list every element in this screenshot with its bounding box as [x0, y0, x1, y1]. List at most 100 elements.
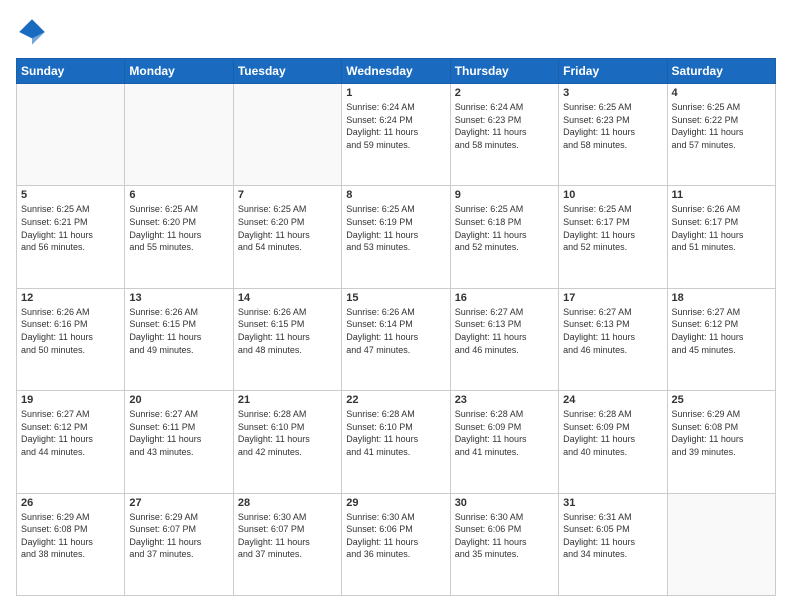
day-number: 5 — [21, 189, 120, 201]
day-number: 16 — [455, 292, 554, 304]
day-info: Sunrise: 6:27 AM Sunset: 6:13 PM Dayligh… — [455, 306, 554, 356]
day-number: 7 — [238, 189, 337, 201]
day-number: 31 — [563, 497, 662, 509]
day-info: Sunrise: 6:25 AM Sunset: 6:18 PM Dayligh… — [455, 203, 554, 253]
day-info: Sunrise: 6:27 AM Sunset: 6:12 PM Dayligh… — [21, 408, 120, 458]
logo-icon — [16, 16, 48, 48]
day-number: 6 — [129, 189, 228, 201]
day-header-friday: Friday — [559, 59, 667, 84]
day-info: Sunrise: 6:29 AM Sunset: 6:08 PM Dayligh… — [21, 511, 120, 561]
day-info: Sunrise: 6:28 AM Sunset: 6:10 PM Dayligh… — [346, 408, 445, 458]
day-number: 24 — [563, 394, 662, 406]
calendar-cell: 11 Sunrise: 6:26 AM Sunset: 6:17 PM Dayli… — [667, 186, 775, 288]
day-number: 17 — [563, 292, 662, 304]
calendar-cell: 30 Sunrise: 6:30 AM Sunset: 6:06 PM Dayli… — [450, 493, 558, 595]
calendar-cell: 31 Sunrise: 6:31 AM Sunset: 6:05 PM Dayli… — [559, 493, 667, 595]
day-header-thursday: Thursday — [450, 59, 558, 84]
day-number: 10 — [563, 189, 662, 201]
day-number: 22 — [346, 394, 445, 406]
page: SundayMondayTuesdayWednesdayThursdayFrid… — [0, 0, 792, 612]
day-number: 21 — [238, 394, 337, 406]
calendar: SundayMondayTuesdayWednesdayThursdayFrid… — [16, 58, 776, 596]
calendar-cell — [233, 84, 341, 186]
day-number: 18 — [672, 292, 771, 304]
calendar-week-1: 5 Sunrise: 6:25 AM Sunset: 6:21 PM Daylig… — [17, 186, 776, 288]
calendar-cell: 28Sunrise: 6:30 AM Sunset: 6:07 PM Dayli… — [233, 493, 341, 595]
day-number: 9 — [455, 189, 554, 201]
day-number: 12 — [21, 292, 120, 304]
calendar-cell: 12 Sunrise: 6:26 AM Sunset: 6:16 PM Dayli… — [17, 288, 125, 390]
day-number: 29 — [346, 497, 445, 509]
calendar-cell: 3 Sunrise: 6:25 AM Sunset: 6:23 PM Daylig… — [559, 84, 667, 186]
calendar-cell: 6 Sunrise: 6:25 AM Sunset: 6:20 PM Daylig… — [125, 186, 233, 288]
day-info: Sunrise: 6:27 AM Sunset: 6:11 PM Dayligh… — [129, 408, 228, 458]
calendar-cell: 23Sunrise: 6:28 AM Sunset: 6:09 PM Dayli… — [450, 391, 558, 493]
day-number: 3 — [563, 87, 662, 99]
calendar-week-4: 26 Sunrise: 6:29 AM Sunset: 6:08 PM Dayli… — [17, 493, 776, 595]
calendar-cell: 18Sunrise: 6:27 AM Sunset: 6:12 PM Dayli… — [667, 288, 775, 390]
day-header-monday: Monday — [125, 59, 233, 84]
calendar-week-3: 19 Sunrise: 6:27 AM Sunset: 6:12 PM Dayli… — [17, 391, 776, 493]
day-info: Sunrise: 6:25 AM Sunset: 6:20 PM Dayligh… — [238, 203, 337, 253]
day-number: 2 — [455, 87, 554, 99]
calendar-cell: 25 Sunrise: 6:29 AM Sunset: 6:08 PM Dayli… — [667, 391, 775, 493]
day-number: 19 — [21, 394, 120, 406]
calendar-cell: 15Sunrise: 6:26 AM Sunset: 6:14 PM Dayli… — [342, 288, 450, 390]
calendar-cell: 14Sunrise: 6:26 AM Sunset: 6:15 PM Dayli… — [233, 288, 341, 390]
day-number: 28 — [238, 497, 337, 509]
day-info: Sunrise: 6:24 AM Sunset: 6:23 PM Dayligh… — [455, 101, 554, 151]
day-number: 30 — [455, 497, 554, 509]
day-info: Sunrise: 6:25 AM Sunset: 6:23 PM Dayligh… — [563, 101, 662, 151]
day-header-saturday: Saturday — [667, 59, 775, 84]
day-number: 11 — [672, 189, 771, 201]
calendar-cell: 9 Sunrise: 6:25 AM Sunset: 6:18 PM Daylig… — [450, 186, 558, 288]
calendar-cell: 5 Sunrise: 6:25 AM Sunset: 6:21 PM Daylig… — [17, 186, 125, 288]
calendar-cell — [125, 84, 233, 186]
calendar-week-0: 1 Sunrise: 6:24 AM Sunset: 6:24 PM Daylig… — [17, 84, 776, 186]
day-info: Sunrise: 6:29 AM Sunset: 6:07 PM Dayligh… — [129, 511, 228, 561]
calendar-cell: 26 Sunrise: 6:29 AM Sunset: 6:08 PM Dayli… — [17, 493, 125, 595]
calendar-cell — [17, 84, 125, 186]
calendar-cell: 7 Sunrise: 6:25 AM Sunset: 6:20 PM Daylig… — [233, 186, 341, 288]
header — [16, 16, 776, 48]
calendar-cell: 13Sunrise: 6:26 AM Sunset: 6:15 PM Dayli… — [125, 288, 233, 390]
calendar-cell: 16 Sunrise: 6:27 AM Sunset: 6:13 PM Dayli… — [450, 288, 558, 390]
day-info: Sunrise: 6:26 AM Sunset: 6:17 PM Dayligh… — [672, 203, 771, 253]
calendar-cell: 21 Sunrise: 6:28 AM Sunset: 6:10 PM Dayli… — [233, 391, 341, 493]
calendar-cell: 4Sunrise: 6:25 AM Sunset: 6:22 PM Daylig… — [667, 84, 775, 186]
calendar-cell: 8 Sunrise: 6:25 AM Sunset: 6:19 PM Daylig… — [342, 186, 450, 288]
calendar-cell: 19 Sunrise: 6:27 AM Sunset: 6:12 PM Dayli… — [17, 391, 125, 493]
day-info: Sunrise: 6:25 AM Sunset: 6:22 PM Dayligh… — [672, 101, 771, 151]
logo — [16, 16, 52, 48]
day-number: 23 — [455, 394, 554, 406]
day-info: Sunrise: 6:29 AM Sunset: 6:08 PM Dayligh… — [672, 408, 771, 458]
calendar-cell: 22 Sunrise: 6:28 AM Sunset: 6:10 PM Dayli… — [342, 391, 450, 493]
day-number: 25 — [672, 394, 771, 406]
day-info: Sunrise: 6:26 AM Sunset: 6:16 PM Dayligh… — [21, 306, 120, 356]
day-info: Sunrise: 6:28 AM Sunset: 6:09 PM Dayligh… — [563, 408, 662, 458]
day-info: Sunrise: 6:25 AM Sunset: 6:19 PM Dayligh… — [346, 203, 445, 253]
day-info: Sunrise: 6:24 AM Sunset: 6:24 PM Dayligh… — [346, 101, 445, 151]
day-number: 26 — [21, 497, 120, 509]
day-info: Sunrise: 6:26 AM Sunset: 6:15 PM Dayligh… — [129, 306, 228, 356]
day-info: Sunrise: 6:30 AM Sunset: 6:06 PM Dayligh… — [455, 511, 554, 561]
day-info: Sunrise: 6:26 AM Sunset: 6:14 PM Dayligh… — [346, 306, 445, 356]
day-info: Sunrise: 6:25 AM Sunset: 6:21 PM Dayligh… — [21, 203, 120, 253]
calendar-week-2: 12 Sunrise: 6:26 AM Sunset: 6:16 PM Dayli… — [17, 288, 776, 390]
day-info: Sunrise: 6:25 AM Sunset: 6:17 PM Dayligh… — [563, 203, 662, 253]
calendar-cell: 1 Sunrise: 6:24 AM Sunset: 6:24 PM Daylig… — [342, 84, 450, 186]
day-info: Sunrise: 6:31 AM Sunset: 6:05 PM Dayligh… — [563, 511, 662, 561]
calendar-cell: 17Sunrise: 6:27 AM Sunset: 6:13 PM Dayli… — [559, 288, 667, 390]
calendar-cell — [667, 493, 775, 595]
calendar-cell: 20 Sunrise: 6:27 AM Sunset: 6:11 PM Dayli… — [125, 391, 233, 493]
calendar-cell: 2 Sunrise: 6:24 AM Sunset: 6:23 PM Daylig… — [450, 84, 558, 186]
calendar-cell: 10 Sunrise: 6:25 AM Sunset: 6:17 PM Dayli… — [559, 186, 667, 288]
day-info: Sunrise: 6:26 AM Sunset: 6:15 PM Dayligh… — [238, 306, 337, 356]
day-number: 1 — [346, 87, 445, 99]
day-info: Sunrise: 6:28 AM Sunset: 6:10 PM Dayligh… — [238, 408, 337, 458]
day-info: Sunrise: 6:25 AM Sunset: 6:20 PM Dayligh… — [129, 203, 228, 253]
day-number: 20 — [129, 394, 228, 406]
calendar-cell: 24 Sunrise: 6:28 AM Sunset: 6:09 PM Dayli… — [559, 391, 667, 493]
day-number: 8 — [346, 189, 445, 201]
calendar-cell: 27Sunrise: 6:29 AM Sunset: 6:07 PM Dayli… — [125, 493, 233, 595]
